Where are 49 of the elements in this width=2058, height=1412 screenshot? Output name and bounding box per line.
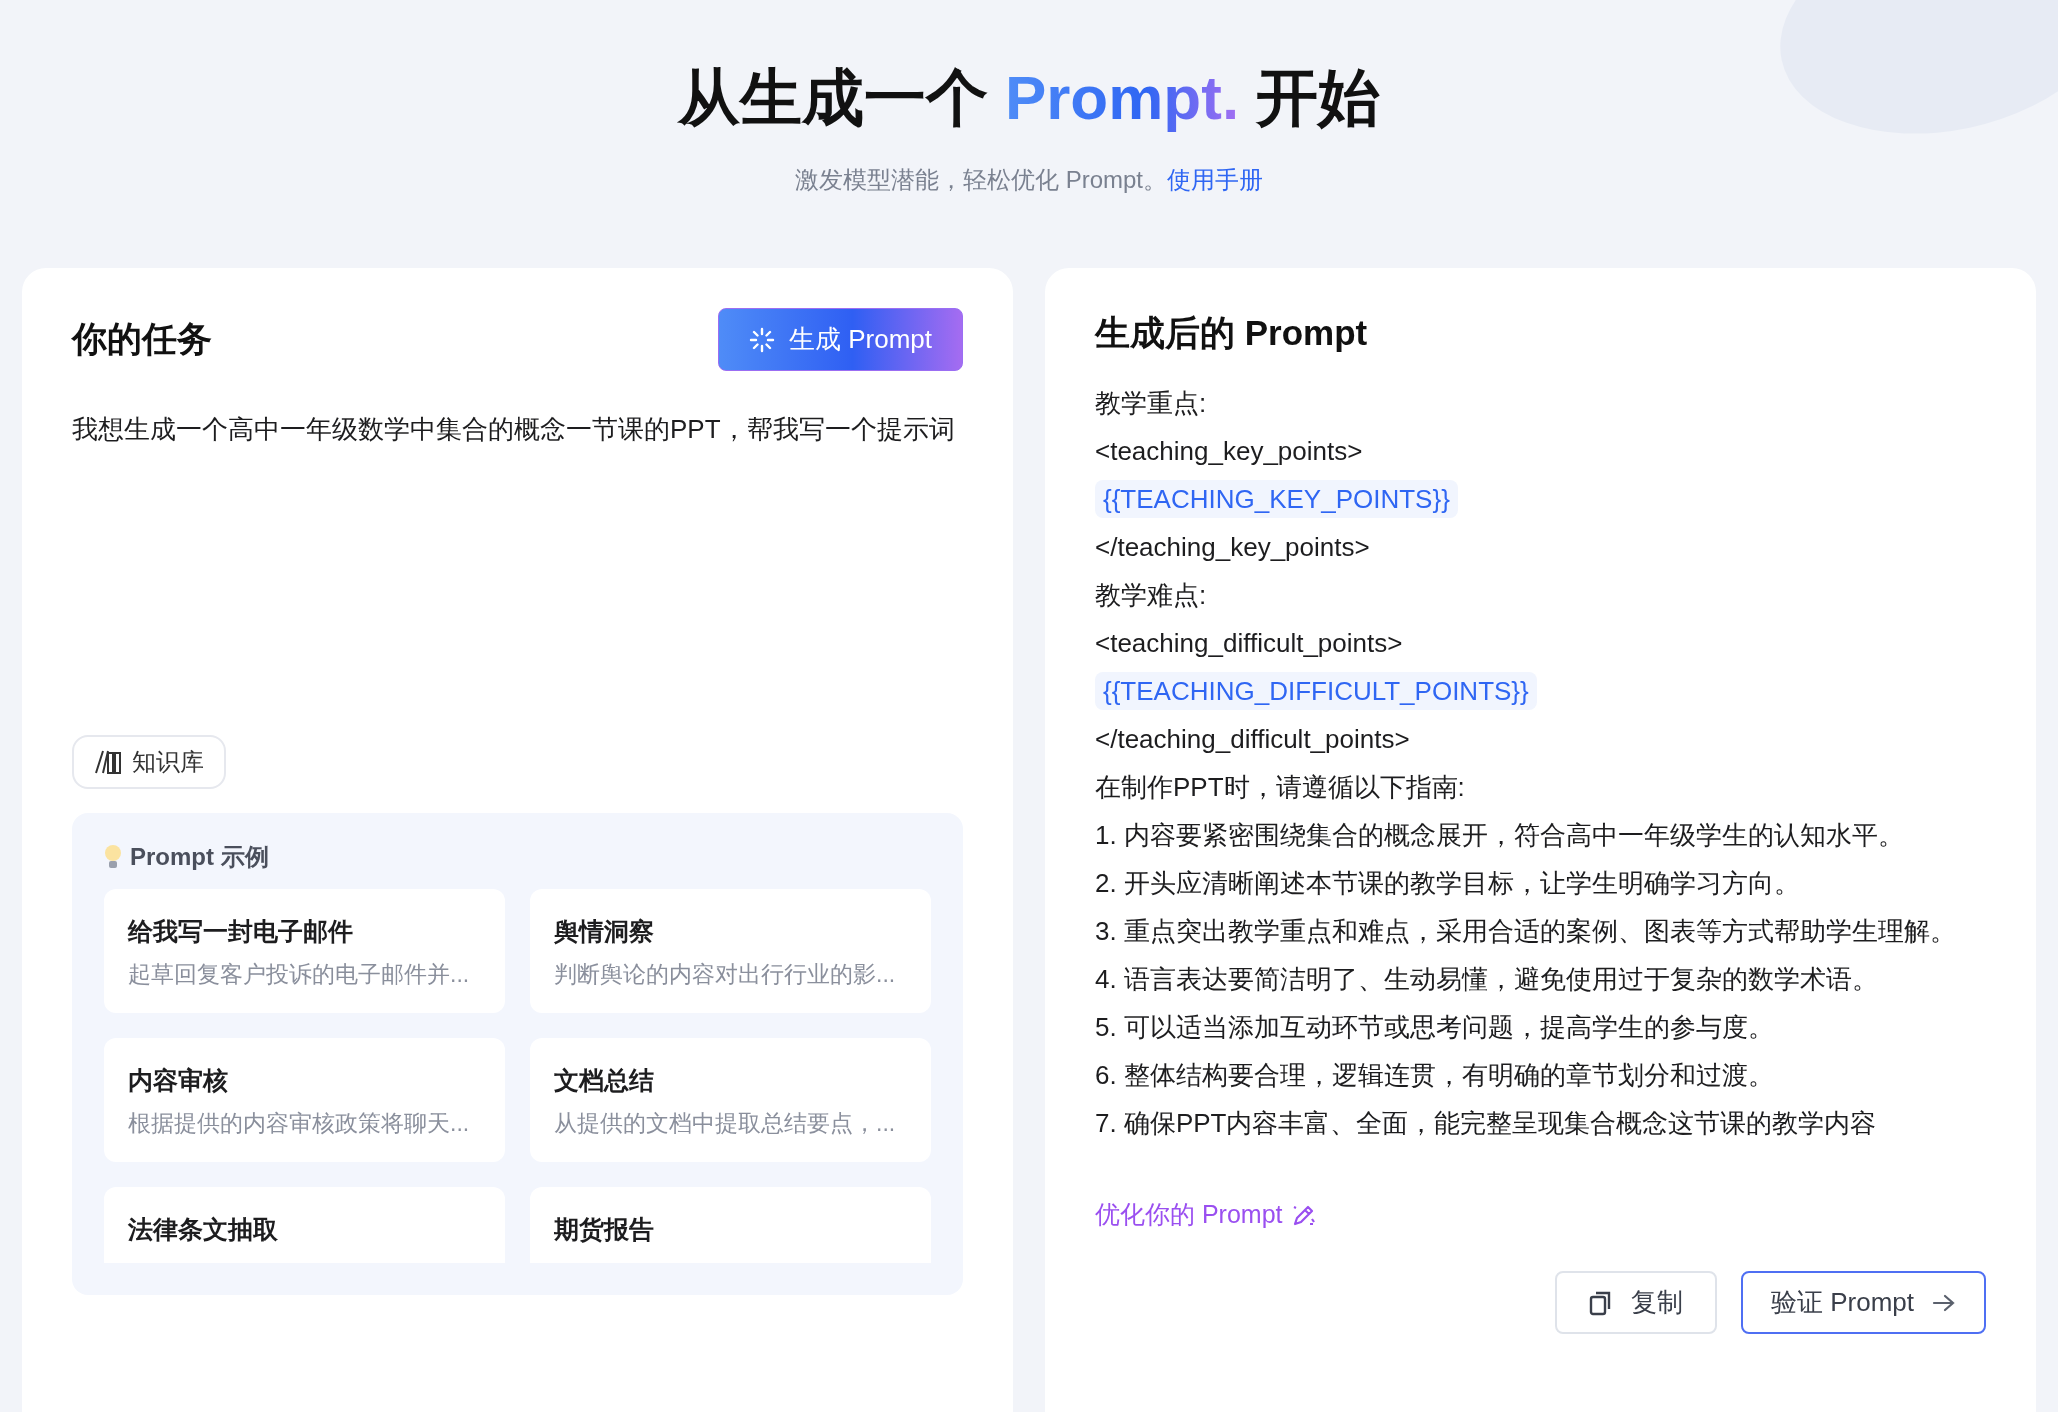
- task-field[interactable]: 我想生成一个高中一年级数学中集合的概念一节课的PPT，帮我写一个提示词: [72, 405, 963, 735]
- example-title: 舆情洞察: [554, 916, 655, 947]
- prompt-line: 2. 开头应清晰阐述本节课的教学目标，让学生明确学习方向。: [1095, 868, 1800, 898]
- prompt-line: 3. 重点突出教学重点和难点，采用合适的案例、图表等方式帮助学生理解。: [1095, 916, 1956, 946]
- subtitle: 激发模型潜能，轻松优化 Prompt。使用手册: [795, 165, 1263, 195]
- prompt-line: </teaching_difficult_points>: [1095, 724, 1410, 754]
- examples-heading: Prompt 示例: [130, 842, 269, 872]
- prompt-line: 1. 内容要紧密围绕集合的概念展开，符合高中一年级学生的认知水平。: [1095, 820, 1904, 850]
- example-card[interactable]: 舆情洞察 判断舆论的内容对出行行业的影...: [530, 889, 931, 1013]
- optimize-link[interactable]: 优化你的 Prompt: [1095, 1198, 1283, 1231]
- verify-button[interactable]: 验证 Prompt: [1740, 1271, 1986, 1334]
- task-heading: 你的任务: [72, 318, 212, 360]
- example-card[interactable]: 法律条文抽取: [104, 1187, 505, 1263]
- example-description: 根据提供的内容审核政策将聊天...: [128, 1109, 471, 1138]
- prompt-line: 4. 语言表达要简洁明了、生动易懂，避免使用过于复杂的数学术语。: [1095, 964, 1878, 994]
- example-description: 起草回复客户投诉的电子邮件并...: [128, 960, 471, 989]
- example-card[interactable]: 文档总结 从提供的文档中提取总结要点，...: [530, 1038, 931, 1162]
- example-card[interactable]: 内容审核 根据提供的内容审核政策将聊天...: [104, 1038, 505, 1162]
- example-title: 文档总结: [554, 1065, 655, 1096]
- example-title: 内容审核: [128, 1065, 229, 1096]
- prompt-line: 教学重点:: [1095, 388, 1207, 418]
- arrow-right-icon: [1932, 1292, 1956, 1313]
- copy-icon: [1588, 1289, 1613, 1316]
- generate-button[interactable]: 生成 Prompt: [717, 308, 963, 371]
- page-title: 从生成一个 Prompt. 开始: [677, 62, 1381, 134]
- sparkle-icon: [748, 326, 775, 353]
- example-card[interactable]: 期货报告: [530, 1187, 931, 1263]
- example-title: 期货报告: [554, 1214, 655, 1245]
- example-description: 判断舆论的内容对出行行业的影...: [554, 960, 897, 989]
- example-title: 法律条文抽取: [128, 1214, 279, 1245]
- example-title: 给我写一封电子邮件: [128, 916, 354, 947]
- prompt-line: 教学难点:: [1095, 580, 1207, 610]
- result-heading: 生成后的 Prompt: [1095, 312, 1369, 354]
- prompt-line: <teaching_difficult_points>: [1095, 628, 1403, 658]
- variable-chip: {{TEACHING_KEY_POINTS}}: [1095, 480, 1458, 518]
- example-description: 从提供的文档中提取总结要点，...: [554, 1109, 897, 1138]
- prompt-line: 在制作PPT时，请遵循以下指南:: [1095, 772, 1465, 802]
- variable-chip: {{TEACHING_DIFFICULT_POINTS}}: [1095, 672, 1537, 710]
- manual-link[interactable]: 使用手册: [1167, 166, 1263, 193]
- copy-button[interactable]: 复制: [1554, 1271, 1717, 1334]
- prompt-line: 6. 整体结构要合理，逻辑连贯，有明确的章节划分和过渡。: [1095, 1060, 1774, 1090]
- example-card[interactable]: 给我写一封电子邮件 起草回复客户投诉的电子邮件并...: [104, 889, 505, 1013]
- knowledge-base-button[interactable]: 知识库: [72, 735, 226, 789]
- prompt-line: </teaching_key_points>: [1095, 532, 1370, 562]
- prompt-line: 5. 可以适当添加互动环节或思考问题，提高学生的参与度。: [1095, 1012, 1774, 1042]
- prompt-line: 7. 确保PPT内容丰富、全面，能完整呈现集合概念这节课的教学内容: [1095, 1108, 1877, 1138]
- books-icon: [94, 749, 122, 775]
- prompt-line: <teaching_key_points>: [1095, 436, 1363, 466]
- lightbulb-icon: [104, 844, 122, 870]
